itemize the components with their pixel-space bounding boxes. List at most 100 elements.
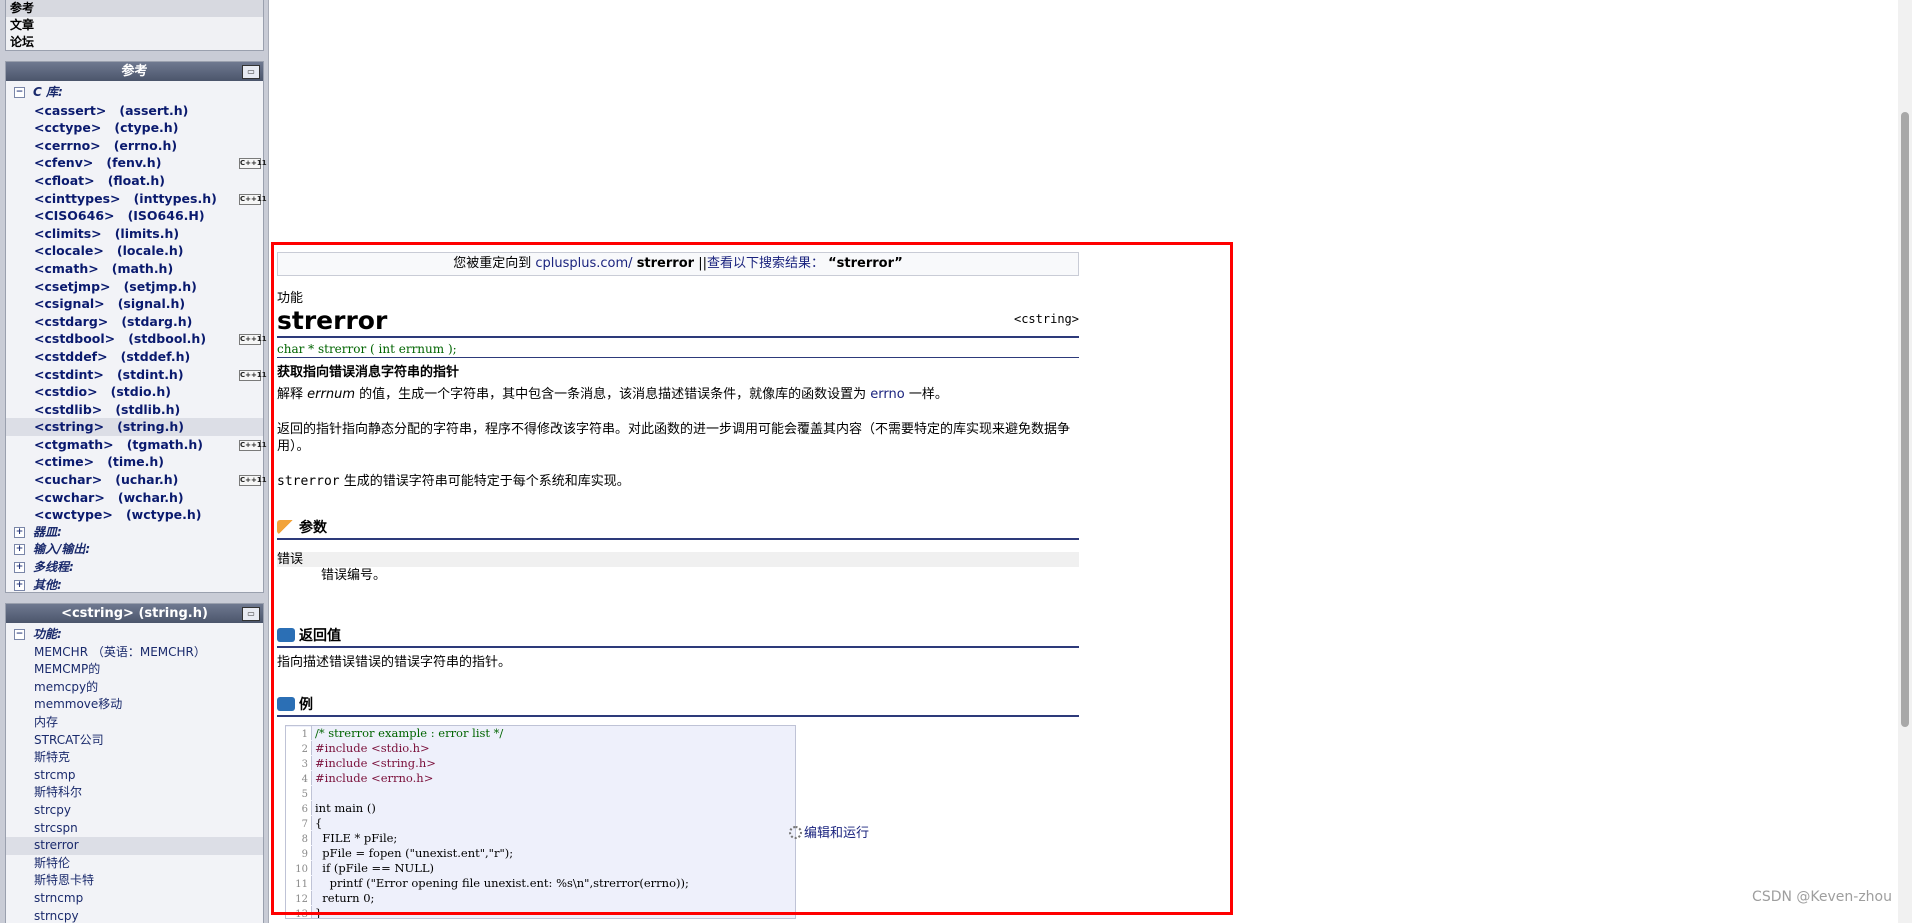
- code-line: 11 printf ("Error opening file unexist.e…: [286, 876, 795, 892]
- function-item[interactable]: MEMCHR （英语：MEMCHR）: [6, 644, 263, 662]
- redirect-site-link[interactable]: cplusplus.com/: [535, 256, 632, 271]
- code-line: 2 #include <stdio.h>: [286, 741, 795, 757]
- header-item[interactable]: <cctype> (ctype.h): [6, 119, 263, 137]
- line-number: 5: [286, 787, 311, 802]
- return-section-title: 返回值: [277, 626, 1079, 648]
- header-item[interactable]: <CISO646> (ISO646.H): [6, 207, 263, 225]
- param-description: 错误编号。: [321, 568, 387, 583]
- function-item[interactable]: 斯特伦: [6, 855, 263, 873]
- function-item[interactable]: strncmp: [6, 890, 263, 908]
- group-functions[interactable]: − 功能:: [6, 626, 263, 644]
- function-item[interactable]: strcpy: [6, 802, 263, 820]
- header-tag-link[interactable]: <cstring>: [1014, 312, 1079, 326]
- header-file: (stdarg.h): [121, 313, 193, 329]
- line-number: 8: [286, 832, 311, 847]
- header-item[interactable]: <cwctype> (wctype.h): [6, 506, 263, 524]
- header-item[interactable]: <cmath> (math.h): [6, 260, 263, 278]
- menu-articles[interactable]: 文章: [6, 17, 263, 34]
- function-item[interactable]: memcpy的: [6, 679, 263, 697]
- collapse-toggle-icon[interactable]: −: [14, 629, 25, 640]
- description-paragraph-1: 解释 errnum 的值，生成一个字符串，其中包含一条消息，该消息描述错误条件，…: [277, 386, 1079, 403]
- line-number: 1: [286, 727, 311, 742]
- search-results-link[interactable]: 查看以下搜索结果：: [707, 256, 824, 271]
- header-item[interactable]: <cassert> (assert.h): [6, 102, 263, 120]
- function-item[interactable]: MEMCMP的: [6, 661, 263, 679]
- header-item[interactable]: <cstdlib> (stdlib.h): [6, 401, 263, 419]
- tree-group[interactable]: + 多线程:: [6, 559, 263, 577]
- header-name: <cwctype>: [34, 507, 113, 523]
- header-name: <cstdlib>: [34, 401, 103, 417]
- code-text: printf ("Error opening file unexist.ent:…: [311, 876, 689, 890]
- collapse-toggle-icon[interactable]: −: [14, 87, 25, 98]
- function-prototype: char * strerror ( int errnum );: [277, 341, 1079, 358]
- header-name: <cfenv>: [34, 155, 94, 171]
- header-item[interactable]: <cstdbool> (stdbool.h) C++11: [6, 330, 267, 348]
- header-item[interactable]: <clocale> (locale.h): [6, 242, 263, 260]
- errno-link[interactable]: errno: [870, 387, 904, 402]
- collapse-icon[interactable]: ▭: [242, 607, 260, 621]
- header-item[interactable]: <cstdarg> (stdarg.h): [6, 313, 263, 331]
- param-name: 错误: [277, 552, 1079, 567]
- function-item[interactable]: strerror: [6, 837, 263, 855]
- header-item[interactable]: <csetjmp> (setjmp.h): [6, 278, 263, 296]
- header-file: (stddef.h): [120, 348, 191, 364]
- function-item[interactable]: strcmp: [6, 767, 263, 785]
- edit-and-run-button[interactable]: 编辑和运行: [789, 822, 869, 841]
- function-item[interactable]: 斯特科尔: [6, 784, 263, 802]
- sidebar: 参考 文章 论坛 参考 ▭ − C 库: <cassert> (assert.h)…: [0, 0, 269, 923]
- function-item[interactable]: 斯特恩卡特: [6, 872, 263, 890]
- header-item[interactable]: <cstdint> (stdint.h) C++11: [6, 366, 267, 384]
- header-item[interactable]: <cfenv> (fenv.h) C++11: [6, 154, 267, 172]
- code-line: 1/* strerror example : error list */: [286, 726, 795, 742]
- group-label: 输入/输出:: [33, 542, 91, 557]
- header-name: <cwchar>: [34, 489, 105, 505]
- header-name: <cassert>: [34, 102, 107, 118]
- cpp11-badge-icon: C++11: [239, 193, 267, 205]
- function-item[interactable]: strcspn: [6, 820, 263, 838]
- header-item[interactable]: <cfloat> (float.h): [6, 172, 263, 190]
- header-item[interactable]: <cstring> (string.h): [6, 418, 263, 436]
- function-item[interactable]: 内存: [6, 714, 263, 732]
- expand-toggle-icon[interactable]: +: [14, 544, 25, 556]
- example-arrow-icon: [277, 697, 295, 711]
- header-name: <cmath>: [34, 260, 99, 276]
- function-item[interactable]: STRCAT公司: [6, 732, 263, 750]
- code-text: int main (): [311, 801, 376, 815]
- code-line: 4 #include <errno.h>: [286, 771, 795, 787]
- function-item[interactable]: strncpy: [6, 908, 263, 923]
- header-box: <cstring> (string.h) ▭ − 功能: MEMCHR （英语：M…: [5, 603, 264, 923]
- function-item[interactable]: 斯特克: [6, 749, 263, 767]
- tree-group[interactable]: + 器皿:: [6, 524, 263, 542]
- expand-toggle-icon[interactable]: +: [14, 562, 25, 574]
- menu-reference[interactable]: 参考: [6, 0, 263, 17]
- header-file: (math.h): [111, 260, 174, 276]
- line-number: 4: [286, 772, 311, 787]
- tree-group[interactable]: + 其他:: [6, 577, 263, 595]
- scrollbar-thumb[interactable]: [1901, 112, 1909, 727]
- group-label: 多线程:: [33, 560, 74, 575]
- header-item[interactable]: <csignal> (signal.h): [6, 295, 263, 313]
- vertical-scrollbar[interactable]: [1898, 0, 1912, 923]
- tree-group[interactable]: + 输入/输出:: [6, 541, 263, 559]
- expand-toggle-icon[interactable]: +: [14, 526, 25, 538]
- group-c-library[interactable]: − C 库:: [6, 84, 263, 102]
- header-item[interactable]: <cwchar> (wchar.h): [6, 489, 263, 507]
- header-file: (fenv.h): [106, 155, 162, 171]
- menu-forum[interactable]: 论坛: [6, 34, 263, 51]
- collapse-icon[interactable]: ▭: [242, 65, 260, 79]
- page-category: 功能: [277, 291, 304, 306]
- header-item[interactable]: <cstddef> (stddef.h): [6, 348, 263, 366]
- header-item[interactable]: <cerrno> (errno.h): [6, 137, 263, 155]
- header-name: <cstdio>: [34, 384, 98, 400]
- header-name: <csetjmp>: [34, 278, 111, 294]
- header-name: <cctype>: [34, 120, 102, 136]
- expand-toggle-icon[interactable]: +: [14, 579, 25, 591]
- header-item[interactable]: <ctgmath> (tgmath.h) C++11: [6, 436, 267, 454]
- header-item[interactable]: <climits> (limits.h): [6, 225, 263, 243]
- header-item[interactable]: <cinttypes> (inttypes.h) C++11: [6, 190, 267, 208]
- function-item[interactable]: memmove移动: [6, 696, 263, 714]
- header-item[interactable]: <ctime> (time.h): [6, 453, 263, 471]
- header-name: <cstdint>: [34, 366, 104, 382]
- header-item[interactable]: <cuchar> (uchar.h) C++11: [6, 471, 267, 489]
- header-item[interactable]: <cstdio> (stdio.h): [6, 383, 263, 401]
